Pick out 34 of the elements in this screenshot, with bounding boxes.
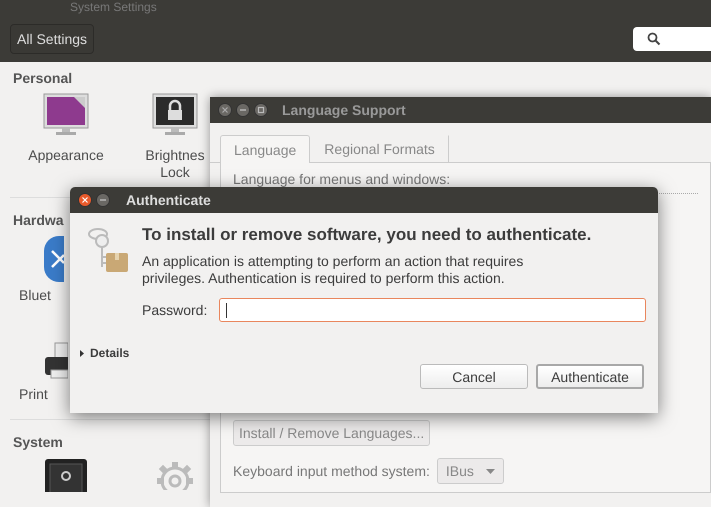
monitor-lock-icon (151, 93, 199, 137)
minimize-icon[interactable] (236, 103, 250, 117)
search-field[interactable] (633, 27, 711, 51)
list-label: Language for menus and windows: (233, 171, 452, 187)
settings-item-label[interactable]: Bluet (19, 287, 51, 304)
minimize-icon[interactable] (96, 193, 110, 207)
caret-icon (486, 468, 495, 474)
details-expander[interactable]: Details (80, 346, 130, 360)
monitor-icon (42, 93, 90, 137)
password-field[interactable] (219, 298, 646, 322)
dialog-message: An application is attempting to perform an action that requires privileges. Authentication is required to perform this action. (142, 253, 524, 287)
dialog-title: Authenticate (126, 192, 211, 208)
close-icon[interactable] (78, 193, 92, 207)
password-label: Password: (142, 302, 208, 318)
bluetooth-icon (43, 235, 64, 283)
window-close-icon[interactable] (218, 103, 232, 117)
window-title: Language Support (282, 102, 406, 118)
search-icon (647, 32, 661, 46)
expander-icon (80, 350, 85, 356)
section-heading: Personal (13, 70, 72, 86)
settings-item-label[interactable]: Print (19, 386, 48, 403)
safe-icon (44, 458, 88, 492)
section-heading: System (13, 434, 63, 450)
section-heading: Hardwa (13, 212, 64, 228)
all-settings-button[interactable]: All Settings (10, 24, 94, 54)
settings-item-label[interactable]: Appearance (28, 147, 104, 164)
input-method-label: Keyboard input method system: (233, 463, 430, 479)
settings-item-label[interactable]: Brightnes Lock (145, 147, 205, 181)
confirm-button[interactable]: Authenticate (536, 364, 644, 389)
cancel-button[interactable]: Cancel (420, 364, 528, 389)
dialog-heading: To install or remove software, you need to authenticate. (142, 225, 592, 245)
maximize-icon[interactable] (254, 103, 268, 117)
keys-package-icon (86, 225, 130, 275)
window-title: System Settings (69, 0, 158, 16)
